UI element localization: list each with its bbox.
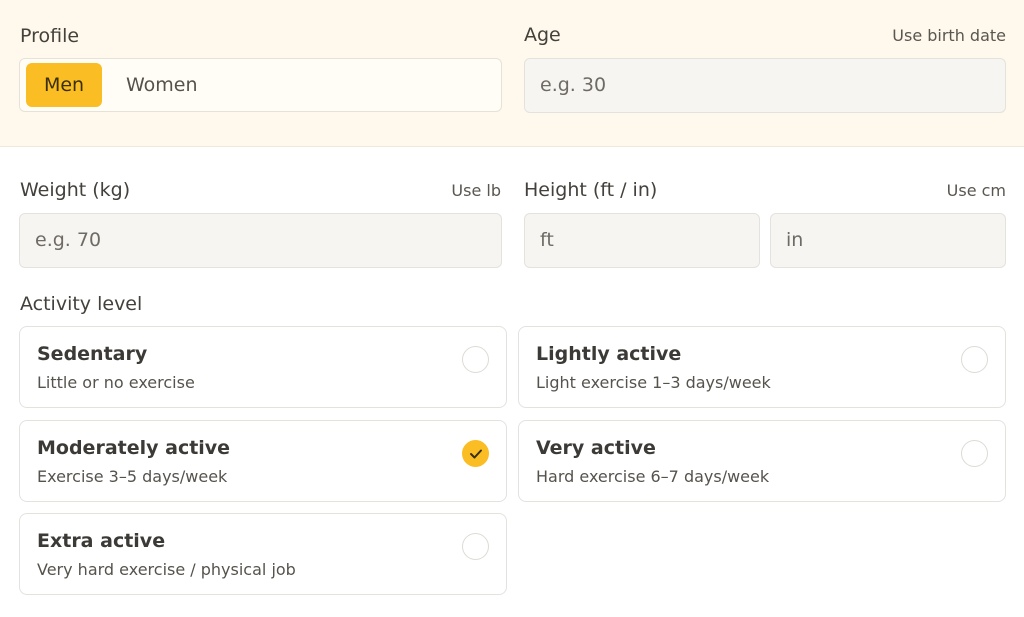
radio-button[interactable]: [961, 440, 988, 467]
activity-option-moderately-active[interactable]: Moderately active Exercise 3–5 days/week: [19, 420, 507, 502]
height-label: Height (ft / in): [524, 179, 658, 201]
radio-button-checked[interactable]: [462, 440, 489, 467]
weight-label: Weight (kg): [20, 179, 131, 201]
use-birth-date-link[interactable]: Use birth date: [892, 26, 1006, 45]
activity-option-title: Sedentary: [37, 343, 148, 365]
activity-level-label: Activity level: [20, 293, 143, 315]
activity-option-desc: Exercise 3–5 days/week: [37, 467, 228, 486]
check-icon: [470, 449, 482, 459]
profile-option-women[interactable]: Women: [126, 63, 198, 107]
radio-button[interactable]: [462, 533, 489, 560]
profile-segmented-control: Men Women: [19, 58, 502, 112]
radio-button[interactable]: [462, 346, 489, 373]
profile-option-men[interactable]: Men: [26, 63, 102, 107]
activity-option-title: Extra active: [37, 530, 166, 552]
activity-option-lightly-active[interactable]: Lightly active Light exercise 1–3 days/w…: [518, 326, 1006, 408]
activity-option-desc: Little or no exercise: [37, 373, 195, 392]
activity-option-title: Lightly active: [536, 343, 682, 365]
use-cm-link[interactable]: Use cm: [947, 181, 1006, 200]
height-in-input[interactable]: in: [770, 213, 1006, 268]
use-lb-link[interactable]: Use lb: [451, 181, 501, 200]
activity-option-title: Very active: [536, 437, 656, 459]
activity-option-desc: Very hard exercise / physical job: [37, 560, 296, 579]
radio-button[interactable]: [961, 346, 988, 373]
age-input[interactable]: e.g. 30: [524, 58, 1006, 113]
age-label: Age: [524, 24, 561, 46]
height-ft-input[interactable]: ft: [524, 213, 760, 268]
activity-option-desc: Light exercise 1–3 days/week: [536, 373, 771, 392]
activity-option-extra-active[interactable]: Extra active Very hard exercise / physic…: [19, 513, 507, 595]
activity-option-title: Moderately active: [37, 437, 231, 459]
activity-option-very-active[interactable]: Very active Hard exercise 6–7 days/week: [518, 420, 1006, 502]
activity-option-sedentary[interactable]: Sedentary Little or no exercise: [19, 326, 507, 408]
profile-label: Profile: [20, 25, 80, 47]
activity-option-desc: Hard exercise 6–7 days/week: [536, 467, 770, 486]
weight-input[interactable]: e.g. 70: [19, 213, 502, 268]
